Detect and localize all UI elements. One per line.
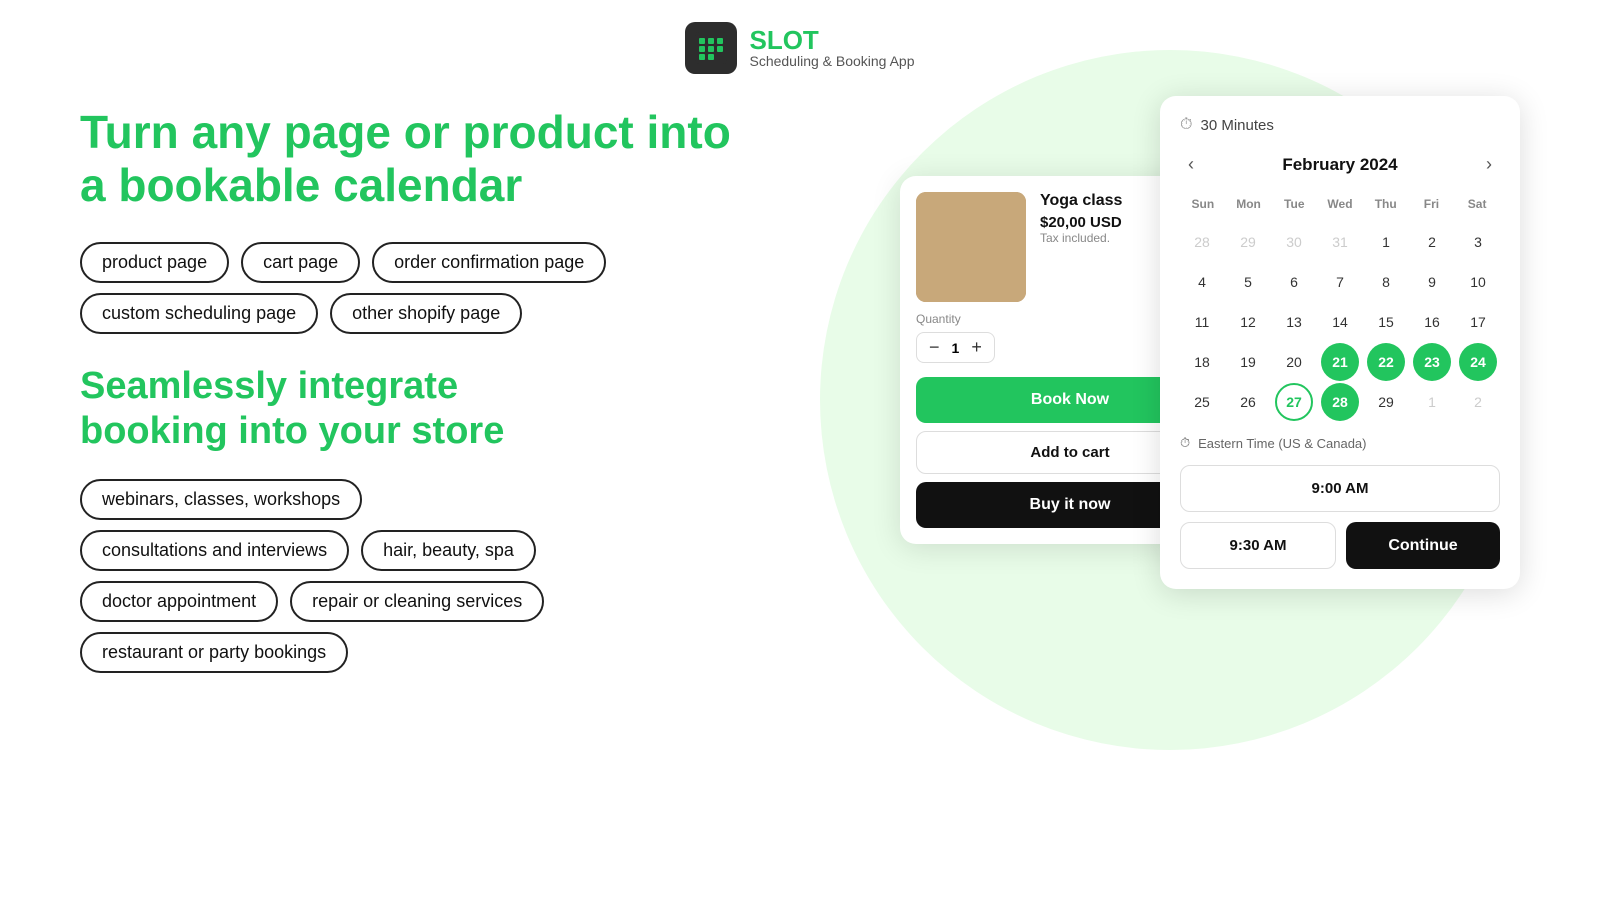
header-mon: Mon [1226,193,1272,215]
cal-day-4[interactable]: 4 [1183,263,1221,301]
tag-repair[interactable]: repair or cleaning services [290,581,544,622]
time-slot-1[interactable]: 9:00 AM [1180,465,1500,512]
quantity-control: − 1 + [916,332,995,363]
timezone-text: Eastern Time (US & Canada) [1198,436,1366,451]
right-section: Yoga class $20,00 USD Tax included. Quan… [900,96,1520,683]
next-month-button[interactable]: › [1478,150,1500,179]
cal-day-8[interactable]: 8 [1367,263,1405,301]
time-slot-2[interactable]: 9:30 AM [1180,522,1336,569]
tag-other-shopify[interactable]: other shopify page [330,293,522,334]
cal-day: 1 [1413,383,1451,421]
continue-row: 9:30 AM Continue [1180,522,1500,569]
cal-day-7[interactable]: 7 [1321,263,1359,301]
header-thu: Thu [1363,193,1409,215]
cal-day-5[interactable]: 5 [1229,263,1267,301]
cal-day-6[interactable]: 6 [1275,263,1313,301]
tags-row-1: product page cart page order confirmatio… [80,242,860,283]
cal-day-11[interactable]: 11 [1183,303,1221,341]
cal-day: 30 [1275,223,1313,261]
tag-hair-beauty[interactable]: hair, beauty, spa [361,530,536,571]
calendar-duration: ⏱ 30 Minutes [1180,116,1500,134]
cal-day-21[interactable]: 21 [1321,343,1359,381]
logo-icon [685,22,737,74]
app-subtitle: Scheduling & Booking App [749,53,914,69]
cal-day-29[interactable]: 29 [1367,383,1405,421]
tag-cart-page[interactable]: cart page [241,242,360,283]
main-content: Turn any page or product intoa bookable … [0,96,1600,683]
cal-day-27[interactable]: 27 [1275,383,1313,421]
cal-day-3[interactable]: 3 [1459,223,1497,261]
app-name: SLOT [749,27,914,53]
cal-day-25[interactable]: 25 [1183,383,1221,421]
cal-day: 29 [1229,223,1267,261]
clock-icon-2: ⏱ [1180,435,1190,451]
calendar-headers: Sun Mon Tue Wed Thu Fri Sat [1180,193,1500,215]
use-case-row-2: consultations and interviews hair, beaut… [80,530,860,571]
cal-day-12[interactable]: 12 [1229,303,1267,341]
cal-day-18[interactable]: 18 [1183,343,1221,381]
cal-day: 28 [1183,223,1221,261]
clock-icon: ⏱ [1180,116,1192,134]
tag-doctor[interactable]: doctor appointment [80,581,278,622]
cal-day-14[interactable]: 14 [1321,303,1359,341]
cal-day-15[interactable]: 15 [1367,303,1405,341]
tag-custom-scheduling[interactable]: custom scheduling page [80,293,318,334]
cal-day-24[interactable]: 24 [1459,343,1497,381]
left-section: Turn any page or product intoa bookable … [80,96,860,683]
cal-day-19[interactable]: 19 [1229,343,1267,381]
cal-day-13[interactable]: 13 [1275,303,1313,341]
cal-day: 31 [1321,223,1359,261]
quantity-value: 1 [952,340,960,356]
cal-day-26[interactable]: 26 [1229,383,1267,421]
timezone: ⏱ Eastern Time (US & Canada) [1180,435,1500,451]
use-case-row-3: doctor appointment repair or cleaning se… [80,581,860,622]
cal-day-9[interactable]: 9 [1413,263,1451,301]
product-image [916,192,1026,302]
calendar-grid: Sun Mon Tue Wed Thu Fri Sat 28 29 30 31 … [1180,193,1500,421]
header: SLOT Scheduling & Booking App [0,0,1600,96]
cal-day-23[interactable]: 23 [1413,343,1451,381]
tag-restaurant[interactable]: restaurant or party bookings [80,632,348,673]
cal-day-28[interactable]: 28 [1321,383,1359,421]
cal-day-17[interactable]: 17 [1459,303,1497,341]
logo-text: SLOT Scheduling & Booking App [749,27,914,69]
calendar-days: 28 29 30 31 1 2 3 4 5 6 7 8 9 10 11 [1180,223,1500,421]
tag-order-confirmation[interactable]: order confirmation page [372,242,606,283]
header-sat: Sat [1454,193,1500,215]
header-sun: Sun [1180,193,1226,215]
tag-webinars[interactable]: webinars, classes, workshops [80,479,362,520]
cal-day-20[interactable]: 20 [1275,343,1313,381]
prev-month-button[interactable]: ‹ [1180,150,1202,179]
sub-headline: Seamlessly integratebooking into your st… [80,364,860,455]
tag-product-page[interactable]: product page [80,242,229,283]
header-fri: Fri [1409,193,1455,215]
tag-consultations[interactable]: consultations and interviews [80,530,349,571]
header-wed: Wed [1317,193,1363,215]
use-case-row-1: webinars, classes, workshops [80,479,860,520]
tags-row-2: custom scheduling page other shopify pag… [80,293,860,334]
cal-day-1[interactable]: 1 [1367,223,1405,261]
quantity-minus[interactable]: − [929,337,940,358]
cal-day-22[interactable]: 22 [1367,343,1405,381]
calendar-month: February 2024 [1282,155,1397,175]
use-case-row-4: restaurant or party bookings [80,632,860,673]
cal-day-10[interactable]: 10 [1459,263,1497,301]
quantity-plus[interactable]: + [971,337,982,358]
calendar-nav: ‹ February 2024 › [1180,150,1500,179]
calendar-card: ⏱ 30 Minutes ‹ February 2024 › Sun Mon T… [1160,96,1520,589]
header-tue: Tue [1271,193,1317,215]
headline: Turn any page or product intoa bookable … [80,106,860,212]
cal-day: 2 [1459,383,1497,421]
cal-day-16[interactable]: 16 [1413,303,1451,341]
continue-button[interactable]: Continue [1346,522,1500,569]
cal-day-2[interactable]: 2 [1413,223,1451,261]
duration-text: 30 Minutes [1200,117,1273,134]
